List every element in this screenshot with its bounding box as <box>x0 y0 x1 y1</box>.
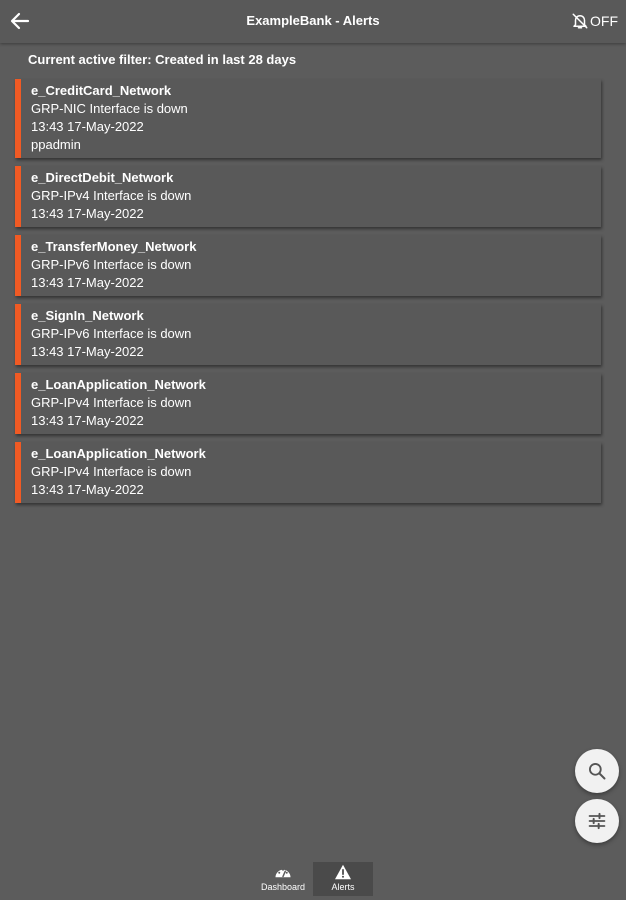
alert-name: e_CreditCard_Network <box>31 83 172 98</box>
sliders-icon <box>588 812 606 830</box>
search-button[interactable] <box>575 749 619 793</box>
alert-list: e_CreditCard_Network GRP-NIC Interface i… <box>15 79 601 511</box>
notifications-status: OFF <box>590 13 618 29</box>
alert-card[interactable]: e_CreditCard_Network GRP-NIC Interface i… <box>15 79 601 158</box>
bell-off-icon <box>572 13 588 29</box>
nav-alerts-label: Alerts <box>331 882 355 892</box>
alert-card[interactable]: e_DirectDebit_Network GRP-IPv4 Interface… <box>15 166 601 227</box>
alert-time: 13:43 17-May-2022 <box>31 275 144 290</box>
notifications-toggle[interactable]: OFF <box>571 10 618 32</box>
alert-message: GRP-IPv4 Interface is down <box>31 464 192 479</box>
alert-time: 13:43 17-May-2022 <box>31 482 144 497</box>
search-icon <box>589 763 606 780</box>
alert-name: e_TransferMoney_Network <box>31 239 197 254</box>
alert-card[interactable]: e_LoanApplication_Network GRP-IPv4 Inter… <box>15 373 601 434</box>
alert-name: e_LoanApplication_Network <box>31 377 206 392</box>
app-header: ExampleBank - Alerts OFF <box>0 0 626 43</box>
alert-time: 13:43 17-May-2022 <box>31 206 144 221</box>
alert-time: 13:43 17-May-2022 <box>31 344 144 359</box>
alert-message: GRP-IPv4 Interface is down <box>31 395 192 410</box>
alert-time: 13:43 17-May-2022 <box>31 119 144 134</box>
filter-button[interactable] <box>575 799 619 843</box>
alert-card[interactable]: e_SignIn_Network GRP-IPv6 Interface is d… <box>15 304 601 365</box>
nav-dashboard-label: Dashboard <box>260 882 306 892</box>
gauge-icon <box>275 868 291 878</box>
nav-dashboard[interactable]: Dashboard <box>253 862 313 896</box>
nav-alerts[interactable]: Alerts <box>313 862 373 896</box>
alert-message: GRP-IPv6 Interface is down <box>31 257 192 272</box>
warning-triangle-icon <box>335 864 351 880</box>
alert-time: 13:43 17-May-2022 <box>31 413 144 428</box>
alert-message: GRP-IPv6 Interface is down <box>31 326 192 341</box>
alert-card[interactable]: e_LoanApplication_Network GRP-IPv4 Inter… <box>15 442 601 503</box>
alert-name: e_SignIn_Network <box>31 308 144 323</box>
alert-message: GRP-NIC Interface is down <box>31 101 188 116</box>
alert-user: ppadmin <box>31 137 81 152</box>
alert-name: e_DirectDebit_Network <box>31 170 174 185</box>
alert-name: e_LoanApplication_Network <box>31 446 206 461</box>
alert-card[interactable]: e_TransferMoney_Network GRP-IPv6 Interfa… <box>15 235 601 296</box>
active-filter-text: Current active filter: Created in last 2… <box>28 52 297 67</box>
alert-message: GRP-IPv4 Interface is down <box>31 188 192 203</box>
bottom-navigation: Dashboard Alerts <box>253 862 373 896</box>
page-title: ExampleBank - Alerts <box>246 13 380 28</box>
